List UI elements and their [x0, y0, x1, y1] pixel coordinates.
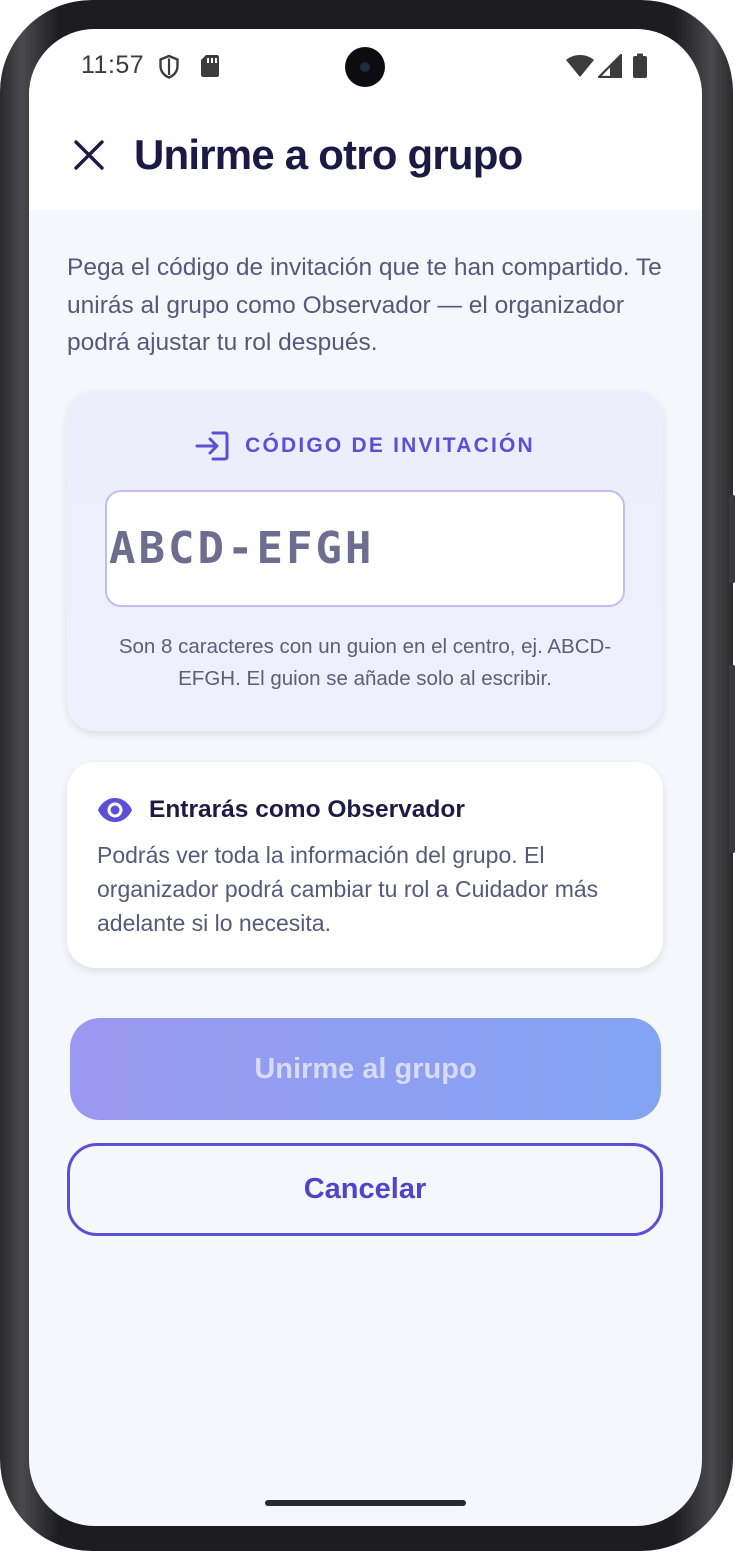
page-title: Unirme a otro grupo [134, 131, 523, 178]
status-time: 11:57 [81, 51, 145, 79]
close-icon [74, 140, 104, 170]
join-group-button[interactable]: Unirme al grupo [70, 1018, 661, 1120]
phone-frame: 11:57 Unirme a otro grupo Pega el código… [0, 0, 735, 1551]
home-indicator[interactable] [265, 1500, 466, 1506]
invitation-code-card: CÓDIGO DE INVITACIÓN Son 8 caracteres co… [67, 391, 663, 731]
status-bar: 11:57 [29, 29, 702, 113]
observer-info-card: Entrarás como Observador Podrás ver toda… [67, 762, 663, 968]
intro-text: Pega el código de invitación que te han … [67, 254, 662, 356]
sd-card-icon [201, 55, 219, 77]
screen: 11:57 Unirme a otro grupo Pega el código… [29, 29, 702, 1526]
code-card-header: CÓDIGO DE INVITACIÓN [67, 431, 663, 461]
wifi-icon [566, 55, 594, 77]
login-arrow-icon [195, 431, 229, 461]
code-card-label: CÓDIGO DE INVITACIÓN [245, 434, 535, 457]
code-hint-text: Son 8 caracteres con un guion en el cent… [118, 635, 612, 690]
volume-button [729, 495, 735, 583]
invitation-code-input[interactable] [105, 490, 625, 607]
close-button[interactable] [67, 133, 111, 177]
battery-icon [633, 53, 647, 78]
info-card-title: Entrarás como Observador [149, 796, 465, 823]
front-camera [345, 47, 385, 87]
shield-icon [159, 54, 179, 79]
app-bar: Unirme a otro grupo [29, 113, 702, 210]
cell-signal-icon [598, 54, 622, 78]
eye-icon [98, 798, 132, 822]
info-card-body: Podrás ver toda la información del grupo… [97, 842, 599, 936]
cancel-button[interactable]: Cancelar [67, 1143, 663, 1236]
power-button [729, 665, 735, 853]
